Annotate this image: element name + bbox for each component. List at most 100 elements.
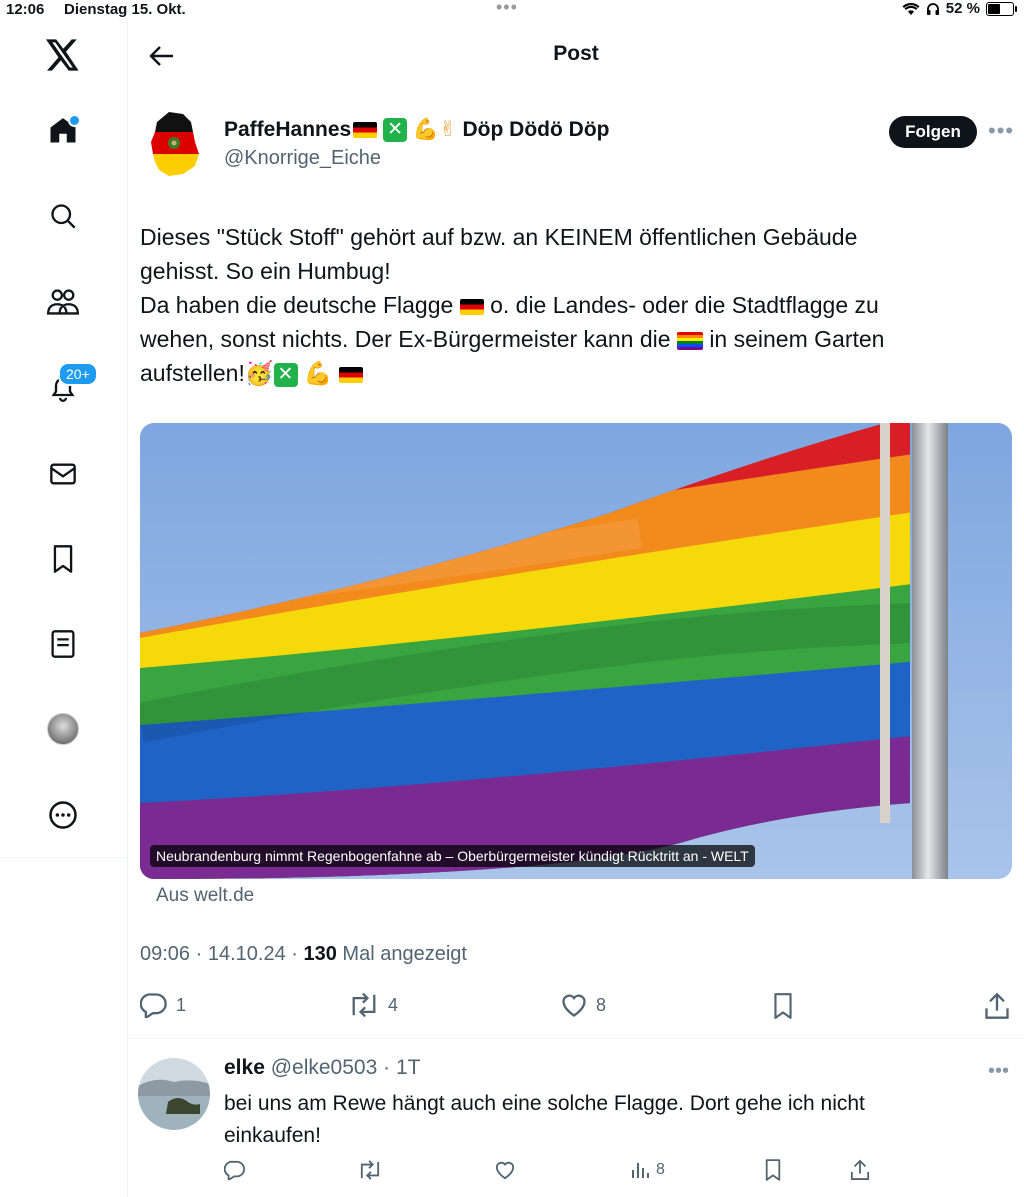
new-posts-dot [68, 114, 81, 127]
repost-count: 4 [388, 994, 399, 1015]
reply-avatar[interactable] [138, 1058, 210, 1130]
partying-face-icon: 🥳 [244, 360, 274, 386]
bookmark-button[interactable] [772, 992, 794, 1020]
author-name[interactable]: PaffeHannes ✕ 💪✌ Döp Dödö Döp [224, 117, 610, 143]
battery-fill [988, 3, 1000, 14]
reply-bookmark-button[interactable] [764, 1158, 782, 1182]
tweet-date[interactable]: 14.10.24 [208, 943, 286, 965]
reply-handle[interactable]: @elke0503 [271, 1056, 378, 1079]
tweet-meta: 09:06 · 14.10.24 · 130 Mal angezeigt [140, 943, 467, 965]
view-label: Mal angezeigt [342, 943, 467, 965]
victory-hand-icon: ✌ [439, 118, 457, 141]
author-avatar[interactable] [143, 108, 211, 180]
link-card[interactable]: Neubrandenburg nimmt Regenbogenfahne ab … [140, 423, 1012, 879]
reply-icon [224, 1160, 245, 1180]
reply-icon [140, 993, 167, 1018]
repost-icon [360, 1160, 380, 1180]
bookmark-icon [53, 545, 73, 573]
like-button[interactable]: 8 [560, 992, 606, 1018]
reply-actions: 8 [128, 1158, 1024, 1188]
tweet-line-4b: in seinem Garten [709, 326, 885, 352]
reply-text: bei uns am Rewe hängt auch eine solche F… [224, 1092, 865, 1147]
reply-button[interactable]: 1 [140, 992, 186, 1018]
messages-icon [50, 463, 76, 485]
cross-mark-icon: ✕ [383, 118, 408, 143]
repost-icon [352, 992, 376, 1018]
more-circle-icon [49, 801, 77, 829]
post-header: Post [128, 22, 1024, 90]
tweet-line-4a: wehen, sonst nichts. Der Ex-Bürgermeiste… [140, 326, 671, 352]
rainbow-flag-icon [676, 331, 703, 350]
heart-icon [495, 1161, 515, 1180]
sidebar: 20+ [0, 22, 128, 1197]
reply-separator: · [377, 1056, 396, 1079]
follow-button[interactable]: Folgen [889, 116, 977, 148]
share-button[interactable] [984, 992, 1010, 1020]
tweet-line-3b: o. die Landes- oder die Stadtflagge zu [490, 292, 879, 318]
arrow-left-icon [149, 46, 173, 66]
sidebar-item-more[interactable] [33, 785, 93, 845]
view-count: 130 [303, 943, 337, 965]
multitasking-dots-icon[interactable]: ••• [496, 0, 518, 18]
wifi-icon [902, 2, 920, 15]
tweet-line-5: aufstellen! [140, 360, 245, 386]
cross-mark-icon: ✕ [273, 362, 298, 387]
sidebar-divider [0, 857, 127, 858]
author-name-suffix: Döp Dödö Döp [462, 118, 610, 141]
share-icon [850, 1159, 870, 1180]
flexed-biceps-icon: 💪 [412, 118, 440, 141]
tweet-line-3a: Da haben die deutsche Flagge [140, 292, 454, 318]
flexed-biceps-icon: 💪 [303, 360, 333, 386]
card-caption: Neubrandenburg nimmt Regenbogenfahne ab … [150, 845, 755, 867]
author-handle[interactable]: @Knorrige_Eiche [224, 147, 381, 170]
status-indicators: 52 % [902, 0, 1017, 17]
sidebar-item-profile[interactable] [33, 699, 93, 759]
tweet-line-2: gehisst. So ein Humbug! [140, 258, 391, 284]
battery-percent: 52 % [945, 0, 980, 17]
card-source[interactable]: Aus welt.de [156, 885, 254, 907]
repost-button[interactable]: 4 [348, 992, 398, 1018]
reply-more-options-icon[interactable]: ••• [988, 1060, 1009, 1083]
tweet-line-1: Dieses "Stück Stoff" gehört auf bzw. an … [140, 224, 858, 250]
tweet-text: Dieses "Stück Stoff" gehört auf bzw. an … [140, 220, 1000, 390]
sidebar-item-messages[interactable] [33, 444, 93, 504]
reply-reply-button[interactable] [224, 1160, 246, 1180]
bookmark-icon [774, 993, 792, 1019]
germany-flag-icon [353, 122, 378, 139]
sidebar-item-lists[interactable] [33, 614, 93, 674]
profile-avatar [47, 713, 79, 745]
reply-like-button[interactable] [494, 1160, 516, 1180]
germany-flag-icon [459, 298, 484, 315]
reply-name[interactable]: elke [224, 1056, 265, 1079]
analytics-icon [632, 1163, 649, 1178]
notifications-badge: 20+ [58, 362, 98, 386]
reply-share-button[interactable] [850, 1158, 870, 1182]
status-bar: 12:06 Dienstag 15. Okt. ••• 52 % [0, 0, 1024, 22]
germany-flag-icon [338, 366, 363, 383]
tweet-time[interactable]: 09:06 [140, 943, 190, 965]
sidebar-item-home[interactable] [33, 100, 93, 160]
back-button[interactable] [144, 38, 180, 74]
reply-age[interactable]: 1T [396, 1056, 421, 1079]
rainbow-flag-image [140, 423, 1012, 879]
status-date: Dienstag 15. Okt. [64, 1, 186, 18]
reply-view-count: 8 [656, 1161, 665, 1178]
like-count: 8 [596, 994, 607, 1015]
sidebar-item-communities[interactable] [33, 272, 93, 332]
more-options-icon[interactable]: ••• [988, 118, 1014, 144]
tweet-actions: 1 4 8 [128, 988, 1024, 1028]
communities-icon [47, 289, 79, 315]
x-logo-icon[interactable] [33, 25, 93, 85]
sidebar-item-notifications[interactable]: 20+ [33, 358, 98, 418]
reply-count: 1 [176, 994, 187, 1015]
sidebar-item-bookmarks[interactable] [33, 529, 93, 589]
reply-views-button[interactable]: 8 [630, 1160, 665, 1180]
heart-icon [562, 994, 586, 1017]
reply-header: elke @elke0503 · 1T [224, 1056, 420, 1080]
share-icon [985, 992, 1009, 1019]
battery-icon [986, 1, 1017, 16]
status-time: 12:06 [6, 1, 45, 18]
reply-repost-button[interactable] [357, 1160, 383, 1180]
sidebar-item-search[interactable] [33, 186, 93, 246]
author-name-text: PaffeHannes [224, 118, 352, 141]
